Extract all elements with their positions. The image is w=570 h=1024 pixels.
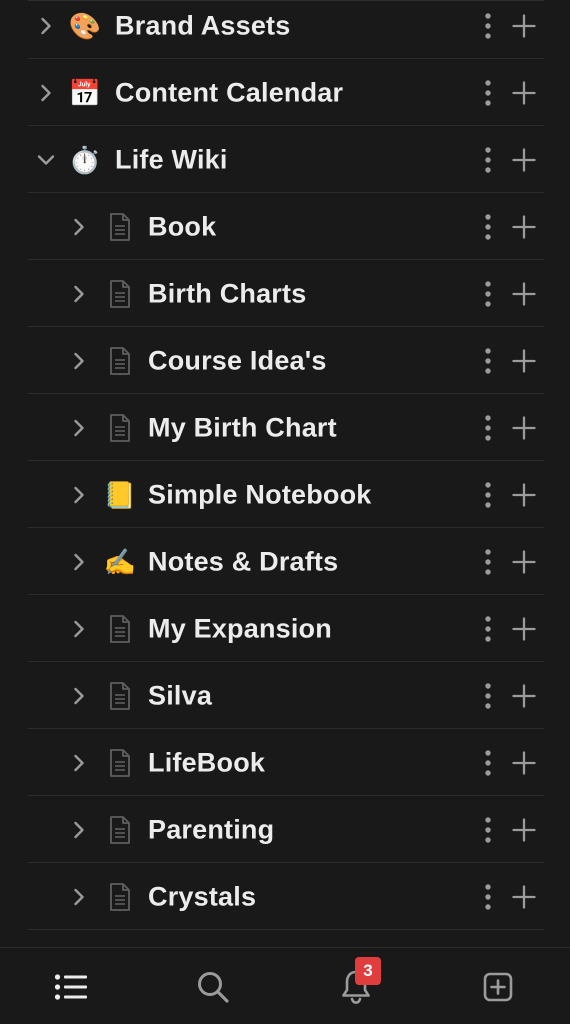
tree-row-label: Silva [148, 680, 213, 710]
more-options-icon[interactable] [482, 12, 494, 40]
bottom-nav-bar [0, 947, 570, 1024]
tree-row-label: My Expansion [148, 613, 332, 643]
tree-row-label: Notes & Drafts [148, 546, 339, 576]
page-icon [105, 614, 135, 644]
tree-row[interactable]: Crystals [28, 864, 544, 930]
tree-row-label: Book [148, 211, 217, 241]
search-icon [198, 972, 229, 1003]
add-subpage-icon[interactable] [512, 348, 536, 373]
mobile-sidebar-screen: 🎨 Brand Assets 📅 Content Calendar ⏱️ Life Wik… [0, 0, 570, 1024]
artist-palette-emoji: 🎨 [68, 10, 102, 41]
tree-row-label: Crystals [148, 881, 257, 911]
more-options-icon[interactable] [482, 280, 494, 308]
page-icon [105, 279, 135, 309]
page-icon [105, 346, 135, 376]
add-subpage-icon[interactable] [512, 214, 536, 239]
new-page-icon [483, 972, 513, 1002]
tree-row-label: Brand Assets [115, 10, 291, 40]
more-options-icon[interactable] [482, 615, 494, 643]
tree-row[interactable]: Birth Charts [28, 261, 544, 327]
list-icon [54, 974, 87, 1000]
add-subpage-icon[interactable] [512, 415, 536, 440]
chevron-right-icon[interactable] [69, 820, 89, 840]
tree-row-label: Parenting [148, 814, 275, 844]
notebook-emoji: 📒 [103, 479, 137, 510]
tree-row[interactable]: Book [28, 194, 544, 260]
tree-row-label: Birth Charts [148, 278, 307, 308]
chevron-down-icon[interactable] [36, 150, 56, 170]
tree-row[interactable]: LifeBook [28, 730, 544, 796]
more-options-icon[interactable] [482, 213, 494, 241]
more-options-icon[interactable] [482, 548, 494, 576]
tree-row[interactable]: My Birth Chart [28, 395, 544, 461]
page-tree: 🎨 Brand Assets 📅 Content Calendar ⏱️ Life Wik… [0, 0, 570, 947]
tree-row-label: Course Idea's [148, 345, 327, 375]
chevron-right-icon[interactable] [69, 552, 89, 572]
more-options-icon[interactable] [482, 883, 494, 911]
chevron-right-icon[interactable] [69, 619, 89, 639]
add-subpage-icon[interactable] [512, 147, 536, 172]
tree-row-label: Content Calendar [115, 77, 344, 107]
page-icon [105, 212, 135, 242]
chevron-right-icon[interactable] [36, 83, 56, 103]
add-subpage-icon[interactable] [512, 281, 536, 306]
tree-row[interactable]: 📒 Simple Notebook [28, 462, 544, 528]
more-options-icon[interactable] [482, 146, 494, 174]
chevron-right-icon[interactable] [69, 686, 89, 706]
tree-row-label: Life Wiki [115, 144, 228, 174]
chevron-right-icon[interactable] [69, 887, 89, 907]
more-options-icon[interactable] [482, 816, 494, 844]
writing-hand-emoji: ✍️ [103, 546, 137, 577]
tree-row-label: LifeBook [148, 747, 266, 777]
notification-count-badge: 3 [355, 957, 381, 985]
chevron-right-icon[interactable] [69, 351, 89, 371]
chevron-right-icon[interactable] [36, 16, 56, 36]
add-subpage-icon[interactable] [512, 884, 536, 909]
more-options-icon[interactable] [482, 414, 494, 442]
chevron-right-icon[interactable] [69, 485, 89, 505]
add-subpage-icon[interactable] [512, 13, 536, 38]
home-list-tab[interactable] [48, 964, 94, 1010]
page-icon [105, 815, 135, 845]
more-options-icon[interactable] [482, 749, 494, 777]
page-icon [105, 882, 135, 912]
tree-row[interactable]: ✍️ Notes & Drafts [28, 529, 544, 595]
more-options-icon[interactable] [482, 682, 494, 710]
tree-row[interactable]: Silva [28, 663, 544, 729]
tree-row-label: Simple Notebook [148, 479, 372, 509]
add-subpage-icon[interactable] [512, 817, 536, 842]
tree-row[interactable]: ⏱️ Life Wiki [28, 127, 544, 193]
tree-row[interactable]: Parenting [28, 797, 544, 863]
tree-row-label: My Birth Chart [148, 412, 337, 442]
add-subpage-icon[interactable] [512, 616, 536, 641]
add-subpage-icon[interactable] [512, 683, 536, 708]
page-icon [105, 413, 135, 443]
chevron-right-icon[interactable] [69, 284, 89, 304]
stopwatch-emoji: ⏱️ [68, 144, 102, 175]
tree-row[interactable]: 🎨 Brand Assets [28, 0, 544, 59]
new-page-tab[interactable] [475, 964, 521, 1010]
chevron-right-icon[interactable] [69, 418, 89, 438]
tree-row[interactable]: Course Idea's [28, 328, 544, 394]
more-options-icon[interactable] [482, 79, 494, 107]
more-options-icon[interactable] [482, 481, 494, 509]
page-icon [105, 681, 135, 711]
chevron-right-icon[interactable] [69, 753, 89, 773]
chevron-right-icon[interactable] [69, 217, 89, 237]
add-subpage-icon[interactable] [512, 482, 536, 507]
tree-row[interactable]: My Expansion [28, 596, 544, 662]
calendar-emoji: 📅 [68, 77, 102, 108]
add-subpage-icon[interactable] [512, 80, 536, 105]
more-options-icon[interactable] [482, 347, 494, 375]
page-icon [105, 748, 135, 778]
search-tab[interactable] [190, 964, 236, 1010]
add-subpage-icon[interactable] [512, 750, 536, 775]
tree-row[interactable]: 📅 Content Calendar [28, 60, 544, 126]
add-subpage-icon[interactable] [512, 549, 536, 574]
